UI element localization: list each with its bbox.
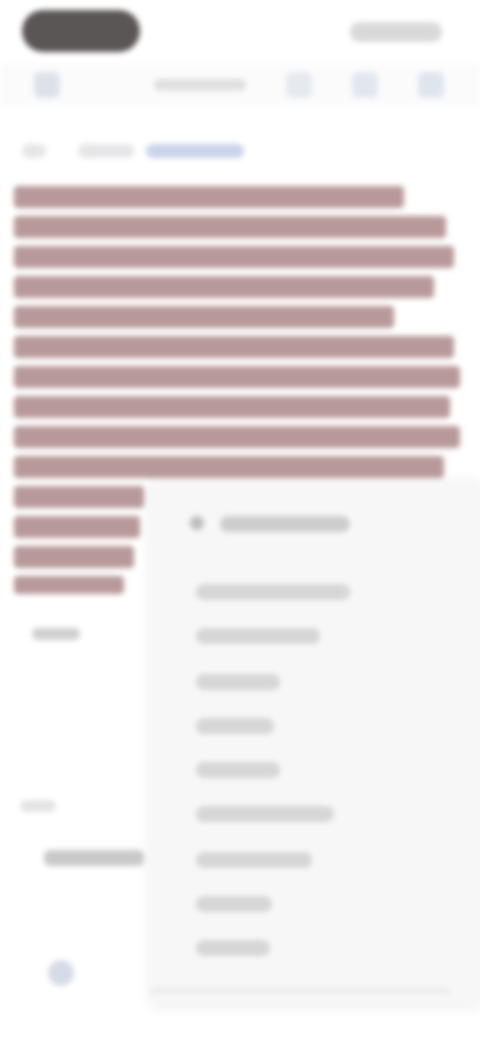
menu-item[interactable] (196, 852, 312, 868)
text-line (14, 336, 454, 358)
home-indicator (150, 988, 450, 994)
text-line (14, 366, 460, 388)
text-line (14, 276, 434, 298)
menu-marker-icon (190, 516, 204, 530)
sidebar-label (44, 850, 144, 866)
menu-item[interactable] (196, 806, 334, 822)
menu-item[interactable] (196, 584, 350, 600)
screen (0, 0, 480, 1040)
text-line (14, 426, 460, 448)
dropdown-menu (150, 480, 480, 1005)
text-line (14, 576, 124, 594)
home-icon[interactable] (48, 960, 74, 986)
menu-item[interactable] (196, 762, 280, 778)
menu-item[interactable] (196, 674, 280, 690)
text-line (14, 546, 134, 568)
menu-item[interactable] (196, 628, 320, 644)
text-line (14, 186, 404, 208)
text-line (14, 516, 140, 538)
toolbar (0, 64, 480, 106)
menu-icon[interactable] (34, 72, 60, 98)
status-pill[interactable] (22, 10, 140, 52)
share-icon[interactable] (286, 72, 312, 98)
menu-header (220, 516, 350, 532)
breadcrumb-item[interactable] (146, 144, 244, 158)
text-line (14, 396, 450, 418)
menu-item[interactable] (196, 718, 274, 734)
text-line (14, 306, 394, 328)
text-line (14, 456, 444, 478)
back-icon[interactable] (22, 144, 46, 158)
menu-item[interactable] (196, 940, 270, 956)
menu-item[interactable] (196, 896, 272, 912)
tab-title[interactable] (154, 79, 246, 91)
text-line (14, 486, 144, 508)
sidebar-label (20, 800, 56, 812)
bookmark-icon[interactable] (352, 72, 378, 98)
text-line (14, 246, 454, 268)
breadcrumb-item[interactable] (78, 144, 134, 158)
status-right (350, 22, 442, 42)
more-icon[interactable] (418, 72, 444, 98)
sidebar-label (32, 628, 80, 640)
text-line (14, 216, 446, 238)
